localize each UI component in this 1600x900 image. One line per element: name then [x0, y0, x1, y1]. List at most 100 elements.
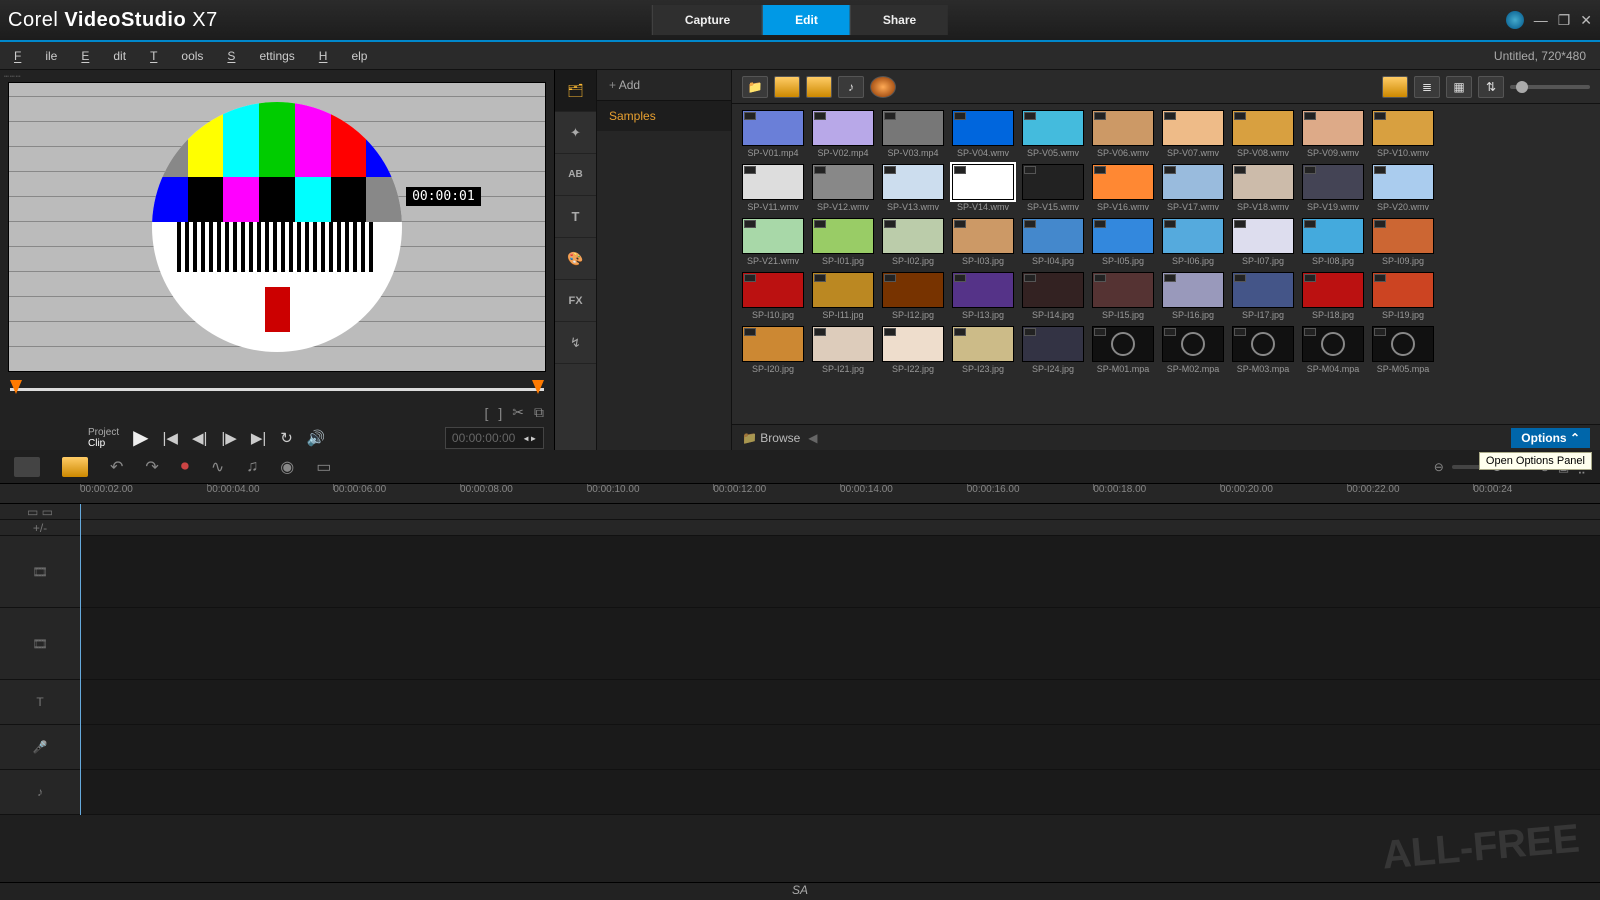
track-motion-button[interactable]: ◉ — [280, 457, 294, 477]
thumb-item[interactable]: SP-V04.wmv — [952, 110, 1014, 158]
view-thumb-icon[interactable] — [1382, 76, 1408, 98]
next-frame-button[interactable]: |▶ — [221, 429, 236, 447]
thumb-item[interactable]: SP-I17.jpg — [1232, 272, 1294, 320]
track-head-video[interactable]: 🎞 — [0, 536, 80, 608]
thumb-item[interactable]: SP-I01.jpg — [812, 218, 874, 266]
timeline-view-button[interactable] — [62, 457, 88, 477]
thumb-item[interactable]: SP-V17.wmv — [1162, 164, 1224, 212]
thumb-item[interactable]: SP-V09.wmv — [1302, 110, 1364, 158]
fx-tab[interactable]: FX — [555, 280, 596, 322]
thumb-item[interactable]: SP-V12.wmv — [812, 164, 874, 212]
snapshot-icon[interactable]: ⧉ — [534, 404, 544, 421]
zoom-out-button[interactable]: ⊖ — [1434, 460, 1444, 474]
mark-out-icon[interactable]: ] — [498, 405, 502, 421]
graphic-tab[interactable]: 🎨 — [555, 238, 596, 280]
options-button[interactable]: Options ⌃ — [1511, 428, 1590, 448]
minimize-icon[interactable]: — — [1534, 12, 1548, 28]
thumb-item[interactable]: SP-I15.jpg — [1092, 272, 1154, 320]
track-head-title[interactable]: T — [0, 680, 80, 725]
thumb-item[interactable]: SP-I10.jpg — [742, 272, 804, 320]
scrub-bar[interactable] — [10, 378, 544, 400]
thumb-item[interactable]: SP-I05.jpg — [1092, 218, 1154, 266]
thumb-item[interactable]: SP-I02.jpg — [882, 218, 944, 266]
redo-button[interactable]: ↷ — [145, 457, 158, 477]
marker-lane[interactable] — [80, 504, 1600, 520]
thumb-item[interactable]: SP-I04.jpg — [1022, 218, 1084, 266]
thumb-item[interactable]: SP-I09.jpg — [1372, 218, 1434, 266]
import-folder-icon[interactable]: 📁 — [742, 76, 768, 98]
thumb-item[interactable]: SP-I07.jpg — [1232, 218, 1294, 266]
instant-project-icon[interactable] — [870, 76, 896, 98]
record-button[interactable]: ⏺ — [181, 458, 189, 476]
timecode-field[interactable]: 00:00:00:00 ◂▸ — [445, 427, 544, 449]
thumb-item[interactable]: SP-V07.wmv — [1162, 110, 1224, 158]
title-track[interactable] — [80, 680, 1600, 725]
thumb-item[interactable]: SP-I06.jpg — [1162, 218, 1224, 266]
thumb-item[interactable]: SP-I23.jpg — [952, 326, 1014, 374]
menu-file[interactable]: File — [14, 49, 57, 63]
thumb-item[interactable]: SP-V11.wmv — [742, 164, 804, 212]
track-head-marker[interactable]: ▭ ▭ — [0, 504, 80, 520]
thumb-item[interactable]: SP-V03.mp4 — [882, 110, 944, 158]
video-track[interactable] — [80, 536, 1600, 608]
thumb-item[interactable]: SP-I19.jpg — [1372, 272, 1434, 320]
browse-button[interactable]: Browse — [742, 431, 800, 445]
add-folder-button[interactable]: Add — [597, 70, 731, 101]
thumb-item[interactable]: SP-M02.mpa — [1162, 326, 1224, 374]
volume-button[interactable]: 🔊 — [307, 429, 326, 447]
menu-tools[interactable]: Tools — [150, 49, 203, 63]
thumb-size-slider[interactable] — [1510, 85, 1590, 89]
mode-tab-share[interactable]: Share — [850, 5, 948, 35]
track-head-music[interactable]: ♪ — [0, 770, 80, 815]
prev-frame-button[interactable]: ◀| — [192, 429, 207, 447]
thumb-item[interactable]: SP-I11.jpg — [812, 272, 874, 320]
thumb-item[interactable]: SP-I16.jpg — [1162, 272, 1224, 320]
playback-mode[interactable]: Project Clip — [88, 427, 119, 449]
menu-help[interactable]: Help — [319, 49, 368, 63]
go-end-button[interactable]: ▶| — [251, 429, 266, 447]
mode-tab-capture[interactable]: Capture — [652, 5, 762, 35]
thumb-item[interactable]: SP-I13.jpg — [952, 272, 1014, 320]
thumb-item[interactable]: SP-V06.wmv — [1092, 110, 1154, 158]
thumb-item[interactable]: SP-I24.jpg — [1022, 326, 1084, 374]
mode-tab-edit[interactable]: Edit — [762, 5, 850, 35]
mark-in-handle[interactable] — [10, 380, 22, 394]
cut-icon[interactable]: ✂ — [512, 404, 524, 421]
close-icon[interactable]: ✕ — [1580, 12, 1592, 29]
filter-photo-icon[interactable] — [806, 76, 832, 98]
thumb-item[interactable]: SP-I18.jpg — [1302, 272, 1364, 320]
storyboard-view-button[interactable] — [14, 457, 40, 477]
view-list-icon[interactable]: ≣ — [1414, 76, 1440, 98]
preview-monitor[interactable]: 00:00:01 — [8, 82, 546, 372]
audio-mixer-button[interactable]: ∿ — [211, 457, 224, 477]
thumb-item[interactable]: SP-V01.mp4 — [742, 110, 804, 158]
panel-grip-icon[interactable]: ┅┅┅ — [4, 72, 21, 81]
mark-in-icon[interactable]: [ — [484, 405, 488, 421]
filter-audio-icon[interactable]: ♪ — [838, 76, 864, 98]
thumb-item[interactable]: SP-I21.jpg — [812, 326, 874, 374]
menu-settings[interactable]: Settings — [227, 49, 294, 63]
thumb-item[interactable]: SP-V18.wmv — [1232, 164, 1294, 212]
thumb-item[interactable]: SP-I03.jpg — [952, 218, 1014, 266]
thumb-item[interactable]: SP-V13.wmv — [882, 164, 944, 212]
thumb-item[interactable]: SP-V20.wmv — [1372, 164, 1434, 212]
thumb-item[interactable]: SP-M01.mpa — [1092, 326, 1154, 374]
sort-icon[interactable]: ⇅ — [1478, 76, 1504, 98]
go-start-button[interactable]: |◀ — [163, 429, 178, 447]
restore-icon[interactable]: ❐ — [1558, 12, 1571, 29]
thumb-item[interactable]: SP-M04.mpa — [1302, 326, 1364, 374]
thumb-item[interactable]: SP-V02.mp4 — [812, 110, 874, 158]
mark-out-handle[interactable] — [532, 380, 544, 394]
playhead[interactable] — [80, 504, 81, 815]
track-head-add[interactable]: +/- — [0, 520, 80, 536]
thumb-item[interactable]: SP-V16.wmv — [1092, 164, 1154, 212]
thumb-item[interactable]: SP-I22.jpg — [882, 326, 944, 374]
track-head-overlay[interactable]: 🎞 — [0, 608, 80, 680]
menu-edit[interactable]: Edit — [81, 49, 126, 63]
thumb-item[interactable]: SP-V21.wmv — [742, 218, 804, 266]
media-tab[interactable]: 🗂 — [555, 70, 596, 112]
play-button[interactable]: ▶ — [133, 425, 148, 450]
chapter-lane[interactable] — [80, 520, 1600, 536]
path-tab[interactable]: ↯ — [555, 322, 596, 364]
globe-icon[interactable] — [1506, 11, 1524, 29]
